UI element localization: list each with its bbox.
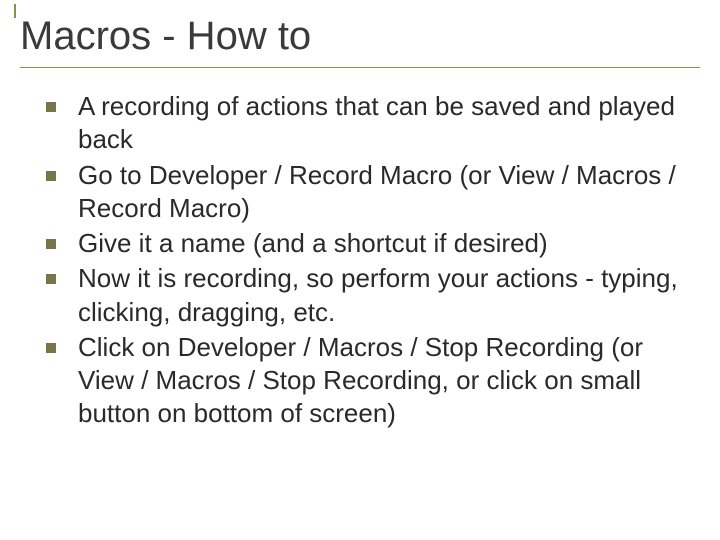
square-bullet-icon [46,274,56,284]
square-bullet-icon [46,239,56,249]
list-item-text: A recording of actions that can be saved… [78,90,680,157]
title-container: Macros - How to [20,10,700,68]
list-item-text: Give it a name (and a shortcut if desire… [78,227,680,260]
bullet-list: A recording of actions that can be saved… [40,90,680,433]
square-bullet-icon [46,102,56,112]
square-bullet-icon [46,343,56,353]
list-item: Give it a name (and a shortcut if desire… [40,227,680,260]
list-item-text: Go to Developer / Record Macro (or View … [78,159,680,226]
slide: Macros - How to A recording of actions t… [0,0,720,540]
title-rule-tick [14,4,16,18]
slide-title: Macros - How to [20,10,700,68]
list-item-text: Click on Developer / Macros / Stop Recor… [78,331,680,431]
list-item: A recording of actions that can be saved… [40,90,680,157]
square-bullet-icon [46,171,56,181]
list-item: Click on Developer / Macros / Stop Recor… [40,331,680,431]
list-item-text: Now it is recording, so perform your act… [78,262,680,329]
list-item: Now it is recording, so perform your act… [40,262,680,329]
list-item: Go to Developer / Record Macro (or View … [40,159,680,226]
